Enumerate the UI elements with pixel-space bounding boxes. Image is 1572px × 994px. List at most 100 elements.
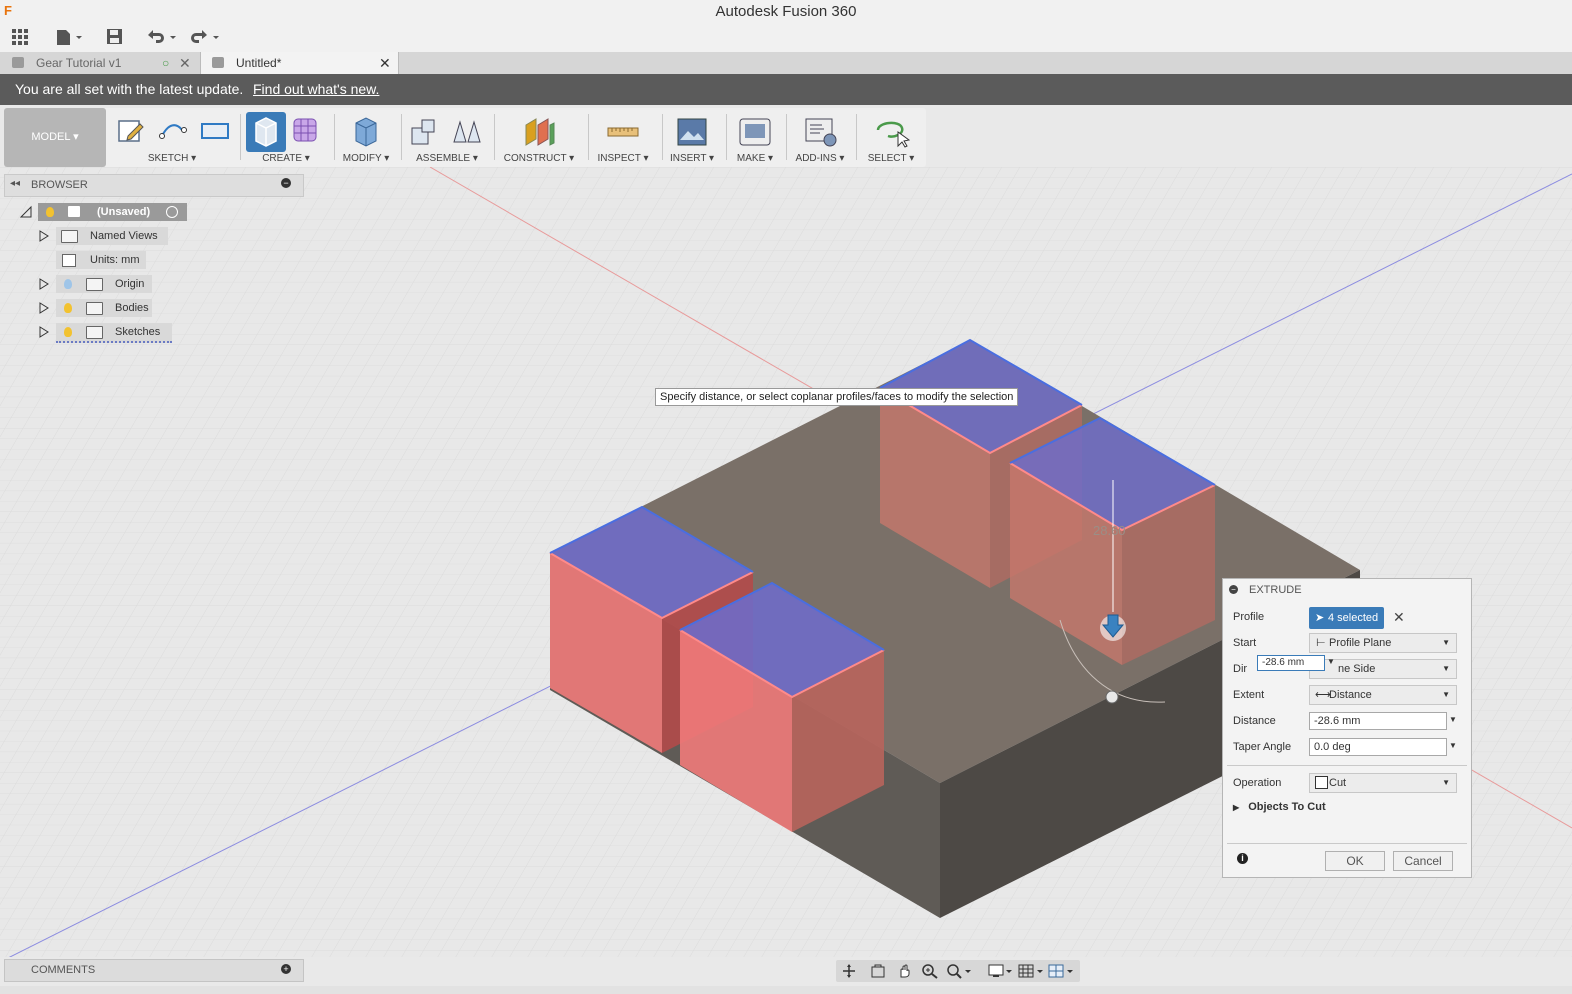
collapse-panel-icon[interactable]: ◂◂ — [10, 178, 20, 189]
create-sketch-icon[interactable] — [116, 116, 146, 146]
operation-select[interactable]: Cut ▼ — [1309, 773, 1457, 793]
offset-plane-icon[interactable] — [522, 115, 556, 149]
construct-menu-label[interactable]: CONSTRUCT ▾ — [496, 153, 582, 164]
pan-icon[interactable] — [896, 963, 912, 979]
insert-menu-label[interactable]: INSERT ▾ — [664, 153, 720, 164]
redo-icon[interactable] — [189, 27, 223, 47]
expand-triangle-icon[interactable] — [38, 302, 50, 314]
collapse-triangle-icon[interactable] — [19, 205, 33, 219]
make-menu-label[interactable]: MAKE ▾ — [728, 153, 782, 164]
press-pull-icon[interactable] — [350, 115, 382, 149]
dropdown-arrow-icon[interactable]: ▼ — [1327, 657, 1335, 666]
add-ins-menu-label[interactable]: ADD-INS ▾ — [790, 153, 850, 164]
toolbar-divider — [786, 114, 787, 160]
visibility-bulb-icon[interactable] — [46, 207, 54, 217]
assemble-menu-label[interactable]: ASSEMBLE ▾ — [404, 153, 490, 164]
new-component-icon[interactable] — [408, 116, 440, 148]
objects-to-cut-section[interactable]: ▶ Objects To Cut — [1233, 801, 1326, 813]
extrude-icon[interactable] — [251, 115, 281, 149]
sketch-menu-label[interactable]: SKETCH ▾ — [110, 153, 234, 164]
taper-handle-icon[interactable] — [1105, 690, 1119, 704]
whats-new-link[interactable]: Find out what's new. — [253, 74, 379, 105]
expand-triangle-icon[interactable] — [38, 230, 50, 242]
grid-settings-icon[interactable] — [1018, 963, 1046, 979]
info-icon[interactable]: i — [1237, 853, 1248, 864]
line-icon[interactable] — [158, 118, 190, 144]
insert-group[interactable]: INSERT ▾ — [664, 108, 720, 167]
assemble-group[interactable]: ASSEMBLE ▾ — [404, 108, 490, 167]
dropdown-arrow-icon[interactable]: ▼ — [1449, 741, 1457, 750]
extrude-dialog-header[interactable]: − EXTRUDE — [1223, 579, 1471, 601]
comments-panel[interactable]: COMMENTS + — [4, 959, 304, 982]
close-icon[interactable]: ✕ — [379, 52, 391, 74]
browser-item-units[interactable]: Units: mm — [56, 251, 146, 269]
browser-panel-header[interactable]: ◂◂ BROWSER − — [4, 174, 304, 197]
toolbar-divider — [662, 114, 663, 160]
select-group[interactable]: SELECT ▾ — [860, 108, 922, 167]
activate-radio-icon[interactable] — [166, 206, 178, 218]
construct-group[interactable]: CONSTRUCT ▾ — [496, 108, 582, 167]
create-menu-label[interactable]: CREATE ▾ — [244, 153, 328, 164]
insert-image-icon[interactable] — [676, 116, 708, 148]
rectangle-icon[interactable] — [200, 120, 230, 142]
browser-minimize-icon[interactable]: − — [281, 178, 291, 188]
undo-icon[interactable] — [144, 27, 178, 47]
toolbar-divider — [334, 114, 335, 160]
inspect-menu-label[interactable]: INSPECT ▾ — [590, 153, 656, 164]
make-group[interactable]: MAKE ▾ — [728, 108, 782, 167]
root-label: (Unsaved) — [97, 206, 151, 218]
collapse-dialog-icon[interactable]: − — [1229, 585, 1238, 594]
dropdown-arrow-icon[interactable]: ▼ — [1449, 715, 1457, 724]
tab-untitled[interactable]: Untitled* ✕ — [200, 52, 399, 74]
profile-selection-button[interactable]: ➤ 4 selected — [1309, 607, 1384, 629]
measure-icon[interactable] — [606, 120, 640, 144]
app-grid-icon[interactable] — [11, 27, 31, 47]
look-at-icon[interactable] — [870, 963, 886, 979]
save-icon[interactable] — [105, 27, 125, 47]
browser-item-origin[interactable]: Origin — [56, 275, 152, 293]
zoom-icon[interactable] — [921, 963, 939, 979]
joint-icon[interactable] — [450, 116, 484, 148]
dropdown-arrow-icon: ▼ — [1442, 690, 1450, 699]
close-icon[interactable]: ✕ — [179, 52, 191, 74]
ok-button[interactable]: OK — [1325, 851, 1385, 871]
start-select[interactable]: ⊢ Profile Plane ▼ — [1309, 633, 1457, 653]
distance-arrow-handle-icon[interactable] — [1100, 614, 1126, 641]
tab-gear-tutorial[interactable]: Gear Tutorial v1 ○ ✕ — [0, 52, 198, 74]
inline-distance-input[interactable]: -28.6 mm — [1257, 655, 1325, 671]
expand-triangle-icon[interactable] — [38, 326, 50, 338]
select-menu-label[interactable]: SELECT ▾ — [860, 153, 922, 164]
workspace-switcher-button[interactable]: MODEL ▾ — [4, 108, 106, 167]
form-icon[interactable] — [291, 116, 323, 148]
sketch-group[interactable]: SKETCH ▾ — [110, 108, 234, 167]
modify-menu-label[interactable]: MODIFY ▾ — [338, 153, 394, 164]
sync-status-icon: ○ — [162, 56, 170, 70]
browser-item-named-views[interactable]: Named Views — [56, 227, 168, 245]
select-icon[interactable] — [874, 116, 910, 148]
cancel-button[interactable]: Cancel — [1393, 851, 1453, 871]
browser-root-item[interactable]: (Unsaved) — [38, 203, 187, 221]
clear-selection-icon[interactable]: ✕ — [1393, 609, 1405, 626]
file-menu-icon[interactable] — [54, 27, 84, 47]
extent-select[interactable]: ⟷ Distance ▼ — [1309, 685, 1457, 705]
viewports-icon[interactable] — [1048, 963, 1076, 979]
expand-triangle-icon[interactable] — [38, 278, 50, 290]
orbit-icon[interactable] — [840, 963, 858, 979]
visibility-bulb-icon[interactable] — [64, 279, 72, 289]
fit-icon[interactable] — [946, 963, 972, 979]
modify-group[interactable]: MODIFY ▾ — [338, 108, 394, 167]
scripts-addins-icon[interactable] — [804, 116, 838, 148]
browser-item-sketches[interactable]: Sketches — [56, 323, 172, 343]
visibility-bulb-icon[interactable] — [64, 327, 72, 337]
display-settings-icon[interactable] — [988, 963, 1014, 979]
visibility-bulb-icon[interactable] — [64, 303, 72, 313]
distance-input[interactable]: -28.6 mm — [1309, 712, 1447, 730]
add-comment-icon[interactable]: + — [281, 964, 291, 974]
browser-item-bodies[interactable]: Bodies — [56, 299, 152, 317]
taper-angle-input[interactable]: 0.0 deg — [1309, 738, 1447, 756]
inspect-group[interactable]: INSPECT ▾ — [590, 108, 656, 167]
create-group[interactable]: CREATE ▾ — [244, 108, 328, 167]
3d-print-icon[interactable] — [738, 116, 772, 148]
add-ins-group[interactable]: ADD-INS ▾ — [790, 108, 850, 167]
update-banner: You are all set with the latest update. … — [0, 74, 1572, 105]
